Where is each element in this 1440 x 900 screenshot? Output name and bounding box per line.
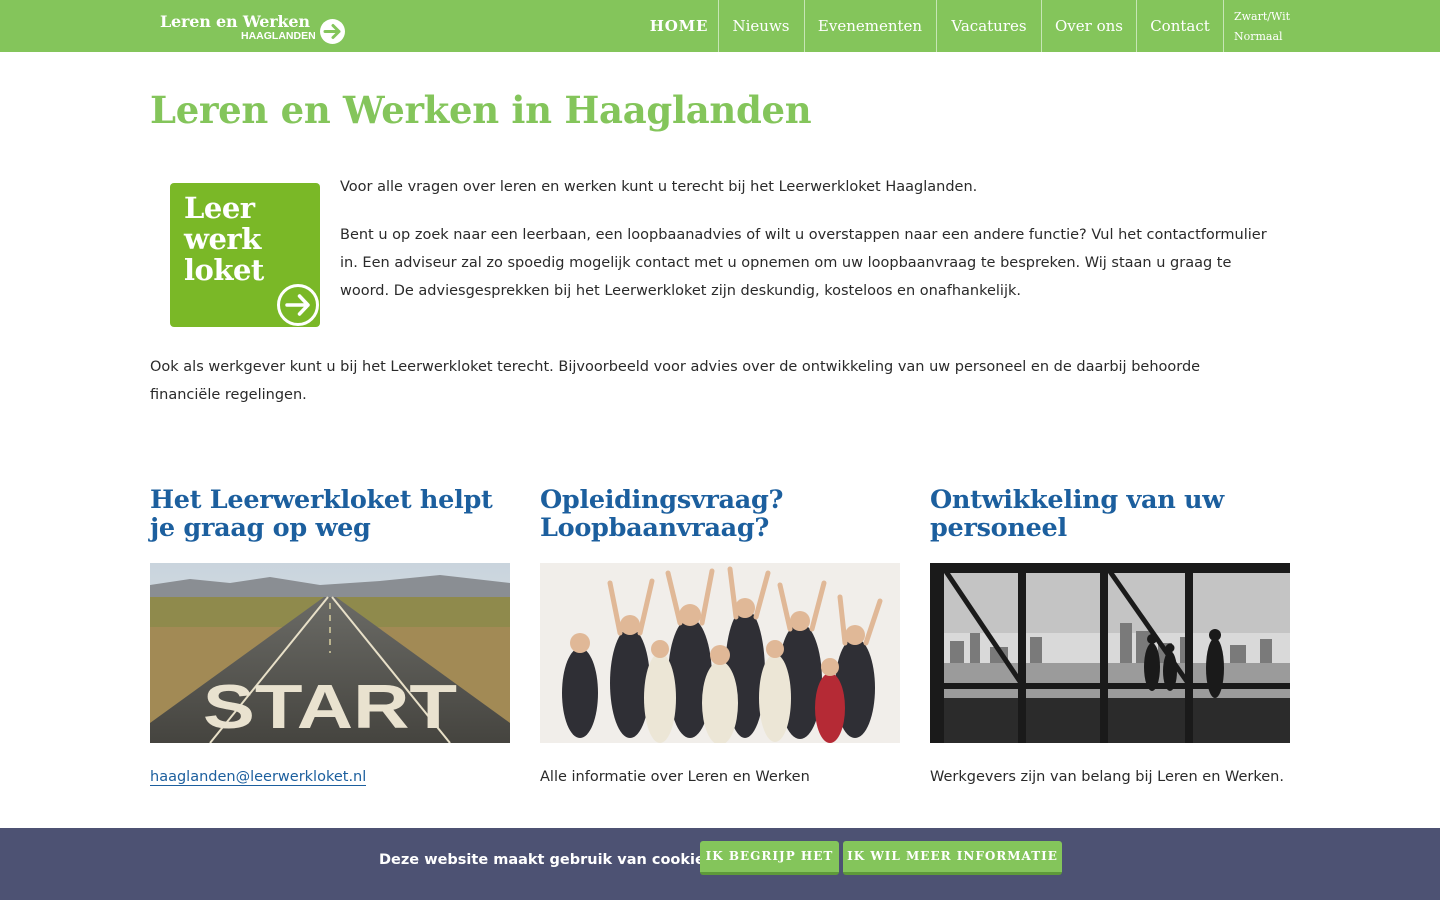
nav-divider	[1223, 0, 1224, 52]
nav-evenementen[interactable]: Evenementen	[810, 0, 930, 52]
intro-paragraph: Bent u op zoek naar een leerbaan, een lo…	[340, 227, 1267, 299]
intro-paragraph: Voor alle vragen over leren en werken ku…	[340, 179, 978, 195]
column-text: Werkgevers zijn van belang bij Leren en …	[930, 769, 1284, 785]
column-text: haaglanden@leerwerkloket.nl	[150, 763, 367, 791]
logo-line: werk	[184, 222, 261, 256]
nav-over-ons[interactable]: Over ons	[1047, 0, 1131, 52]
nav-divider	[936, 0, 937, 52]
cookie-message: Deze website maakt gebruik van cookies	[379, 852, 714, 868]
arrow-right-circle-icon	[320, 19, 345, 44]
employer-paragraph: Ook als werkgever kunt u bij het Leerwer…	[150, 359, 1201, 403]
cookie-consent-bar: Deze website maakt gebruik van cookies I…	[0, 828, 1440, 900]
svg-text:START: START	[203, 671, 457, 741]
nav-contact[interactable]: Contact	[1142, 0, 1218, 52]
arrow-right-circle-icon	[277, 284, 319, 326]
celebrating-people-image[interactable]	[540, 563, 900, 743]
leerwerkloket-logo-text: Leer werk loket	[184, 193, 264, 286]
email-link[interactable]: haaglanden@leerwerkloket.nl	[150, 769, 367, 786]
office-skyline-image[interactable]	[930, 563, 1290, 743]
column-title[interactable]: Ontwikkeling van uw personeel	[930, 486, 1300, 542]
logo-title: Leren en Werken	[160, 12, 310, 31]
nav-divider	[718, 0, 719, 52]
logo-subtitle: HAAGLANDEN	[241, 30, 316, 42]
logo-line: Leer	[184, 191, 255, 225]
cookie-accept-button[interactable]: IK BEGRIJP HET	[700, 841, 839, 875]
leerwerkloket-logo: Leer werk loket	[170, 183, 320, 327]
top-navigation-bar: Leren en Werken HAAGLANDEN HOME Nieuws E…	[0, 0, 1440, 52]
road-start-image[interactable]: START	[150, 563, 510, 743]
contrast-normal[interactable]: Normaal	[1234, 27, 1290, 47]
column-title[interactable]: Het Leerwerkloket helpt je graag op weg	[150, 486, 520, 542]
contrast-switcher: Zwart/Wit Normaal	[1234, 7, 1290, 47]
nav-divider	[804, 0, 805, 52]
cookie-more-info-button[interactable]: IK WIL MEER INFORMATIE	[843, 841, 1062, 875]
page-title: Leren en Werken in Haaglanden	[150, 88, 812, 132]
nav-home[interactable]: HOME	[644, 0, 714, 52]
nav-divider	[1136, 0, 1137, 52]
nav-divider	[1041, 0, 1042, 52]
column-text: Alle informatie over Leren en Werken	[540, 769, 810, 785]
nav-nieuws[interactable]: Nieuws	[724, 0, 798, 52]
column-title[interactable]: Opleidingsvraag? Loopbaanvraag?	[540, 486, 910, 542]
nav-vacatures[interactable]: Vacatures	[942, 0, 1036, 52]
contrast-black-white[interactable]: Zwart/Wit	[1234, 7, 1290, 27]
site-logo[interactable]: Leren en Werken HAAGLANDEN	[160, 10, 350, 46]
logo-line: loket	[184, 253, 264, 287]
